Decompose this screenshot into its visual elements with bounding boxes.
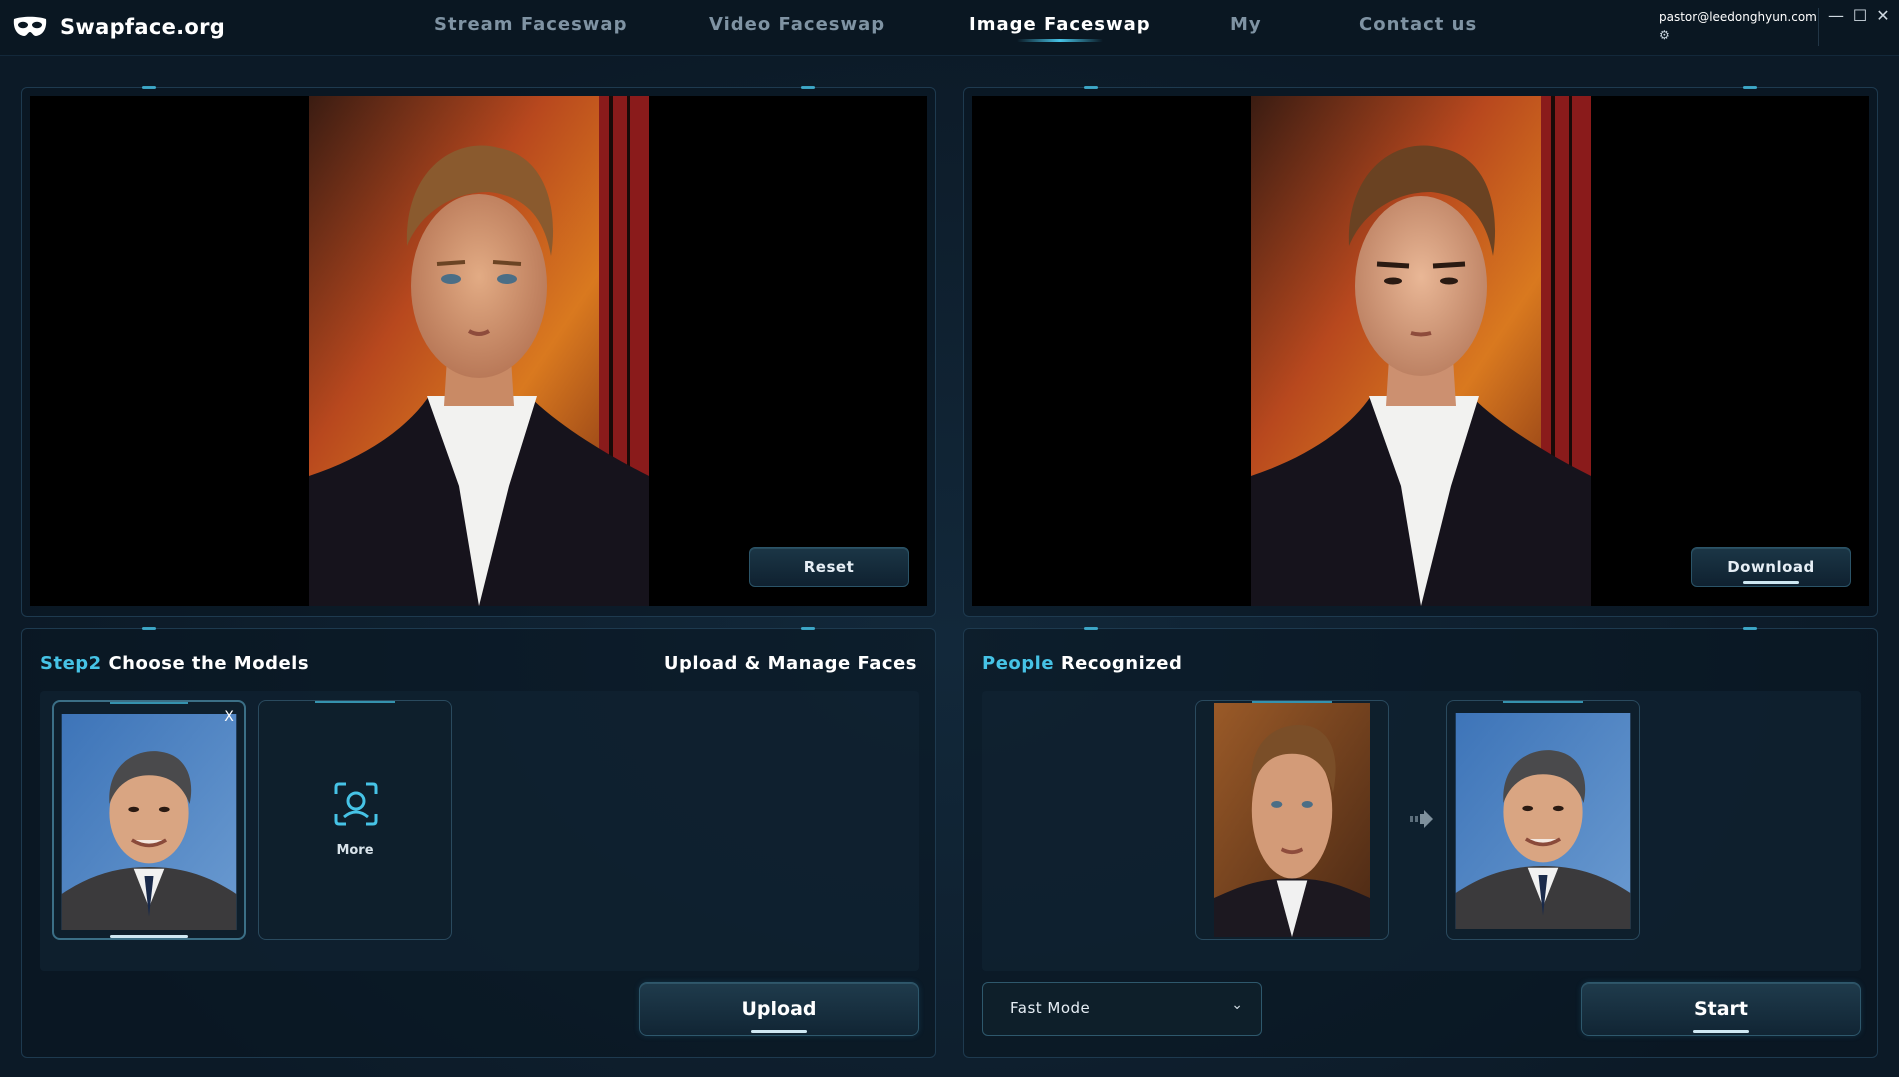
models-panel-title: Step2 Choose the Models [40, 653, 309, 674]
nav-image-faceswap[interactable]: Image Faceswap [969, 14, 1151, 42]
more-label: More [336, 843, 374, 858]
chevron-down-icon: ⌄ [1231, 997, 1243, 1013]
target-face-photo [1455, 713, 1631, 929]
mode-select-value: Fast Mode [1010, 999, 1091, 1017]
start-button[interactable]: Start [1581, 982, 1861, 1036]
people-recognized-panel: People Recognized Fast Mode ⌄ Start [963, 627, 1878, 1058]
people-title-highlight: People [982, 653, 1055, 674]
download-button-underline [1743, 581, 1799, 584]
source-photo [309, 96, 649, 606]
brand-name: Swapface.org [60, 15, 226, 39]
recognized-face-photo [1214, 703, 1370, 937]
source-image-panel: Reset [21, 86, 936, 617]
model-face-photo [61, 714, 237, 930]
models-title-text: Choose the Models [108, 653, 310, 674]
minimize-icon[interactable]: — [1826, 6, 1846, 26]
download-button-label: Download [1727, 558, 1815, 576]
result-image-panel: Download [963, 86, 1878, 617]
nav-contact-us[interactable]: Contact us [1359, 14, 1477, 42]
source-image-viewer[interactable] [30, 96, 927, 606]
more-models-card[interactable]: More [258, 700, 452, 940]
models-panel: Step2 Choose the Models Upload & Manage … [21, 627, 936, 1058]
remove-model-close-icon[interactable]: X [220, 708, 238, 726]
people-panel-title: People Recognized [982, 653, 1182, 674]
arrow-right-icon [1410, 810, 1433, 828]
app-window: Swapface.org Stream Faceswap Video Faces… [0, 0, 1899, 1077]
result-image-viewer[interactable] [972, 96, 1869, 606]
maximize-icon[interactable]: ☐ [1850, 6, 1870, 26]
nav-video-faceswap[interactable]: Video Faceswap [709, 14, 885, 42]
manage-faces-title: Upload & Manage Faces [663, 653, 917, 674]
reset-button-label: Reset [803, 558, 855, 576]
window-controls-divider [1818, 8, 1819, 46]
models-title-step: Step2 [40, 653, 102, 674]
upload-button-label: Upload [741, 998, 817, 1020]
people-title-text: Recognized [1060, 653, 1183, 674]
people-list-area [982, 691, 1861, 971]
reset-button[interactable]: Reset [749, 547, 909, 587]
download-button[interactable]: Download [1691, 547, 1851, 587]
nav-stream-faceswap[interactable]: Stream Faceswap [434, 14, 627, 42]
start-button-label: Start [1693, 998, 1749, 1020]
close-icon[interactable]: ✕ [1873, 6, 1893, 26]
user-email[interactable]: pastor@leedonghyun.com [1659, 10, 1817, 24]
brand[interactable]: Swapface.org [12, 12, 225, 42]
mode-select[interactable]: Fast Mode ⌄ [982, 982, 1262, 1036]
model-face-card[interactable]: X [52, 700, 246, 940]
nav-my[interactable]: My [1230, 14, 1262, 42]
title-bar: Swapface.org Stream Faceswap Video Faces… [0, 0, 1899, 56]
mask-icon [13, 16, 47, 36]
face-scan-icon [334, 782, 378, 826]
target-face-card[interactable] [1446, 700, 1640, 940]
recognized-face-card[interactable] [1195, 700, 1389, 940]
gear-icon[interactable]: ⚙ [1659, 28, 1670, 42]
upload-button[interactable]: Upload [639, 982, 919, 1036]
result-photo [1251, 96, 1591, 606]
